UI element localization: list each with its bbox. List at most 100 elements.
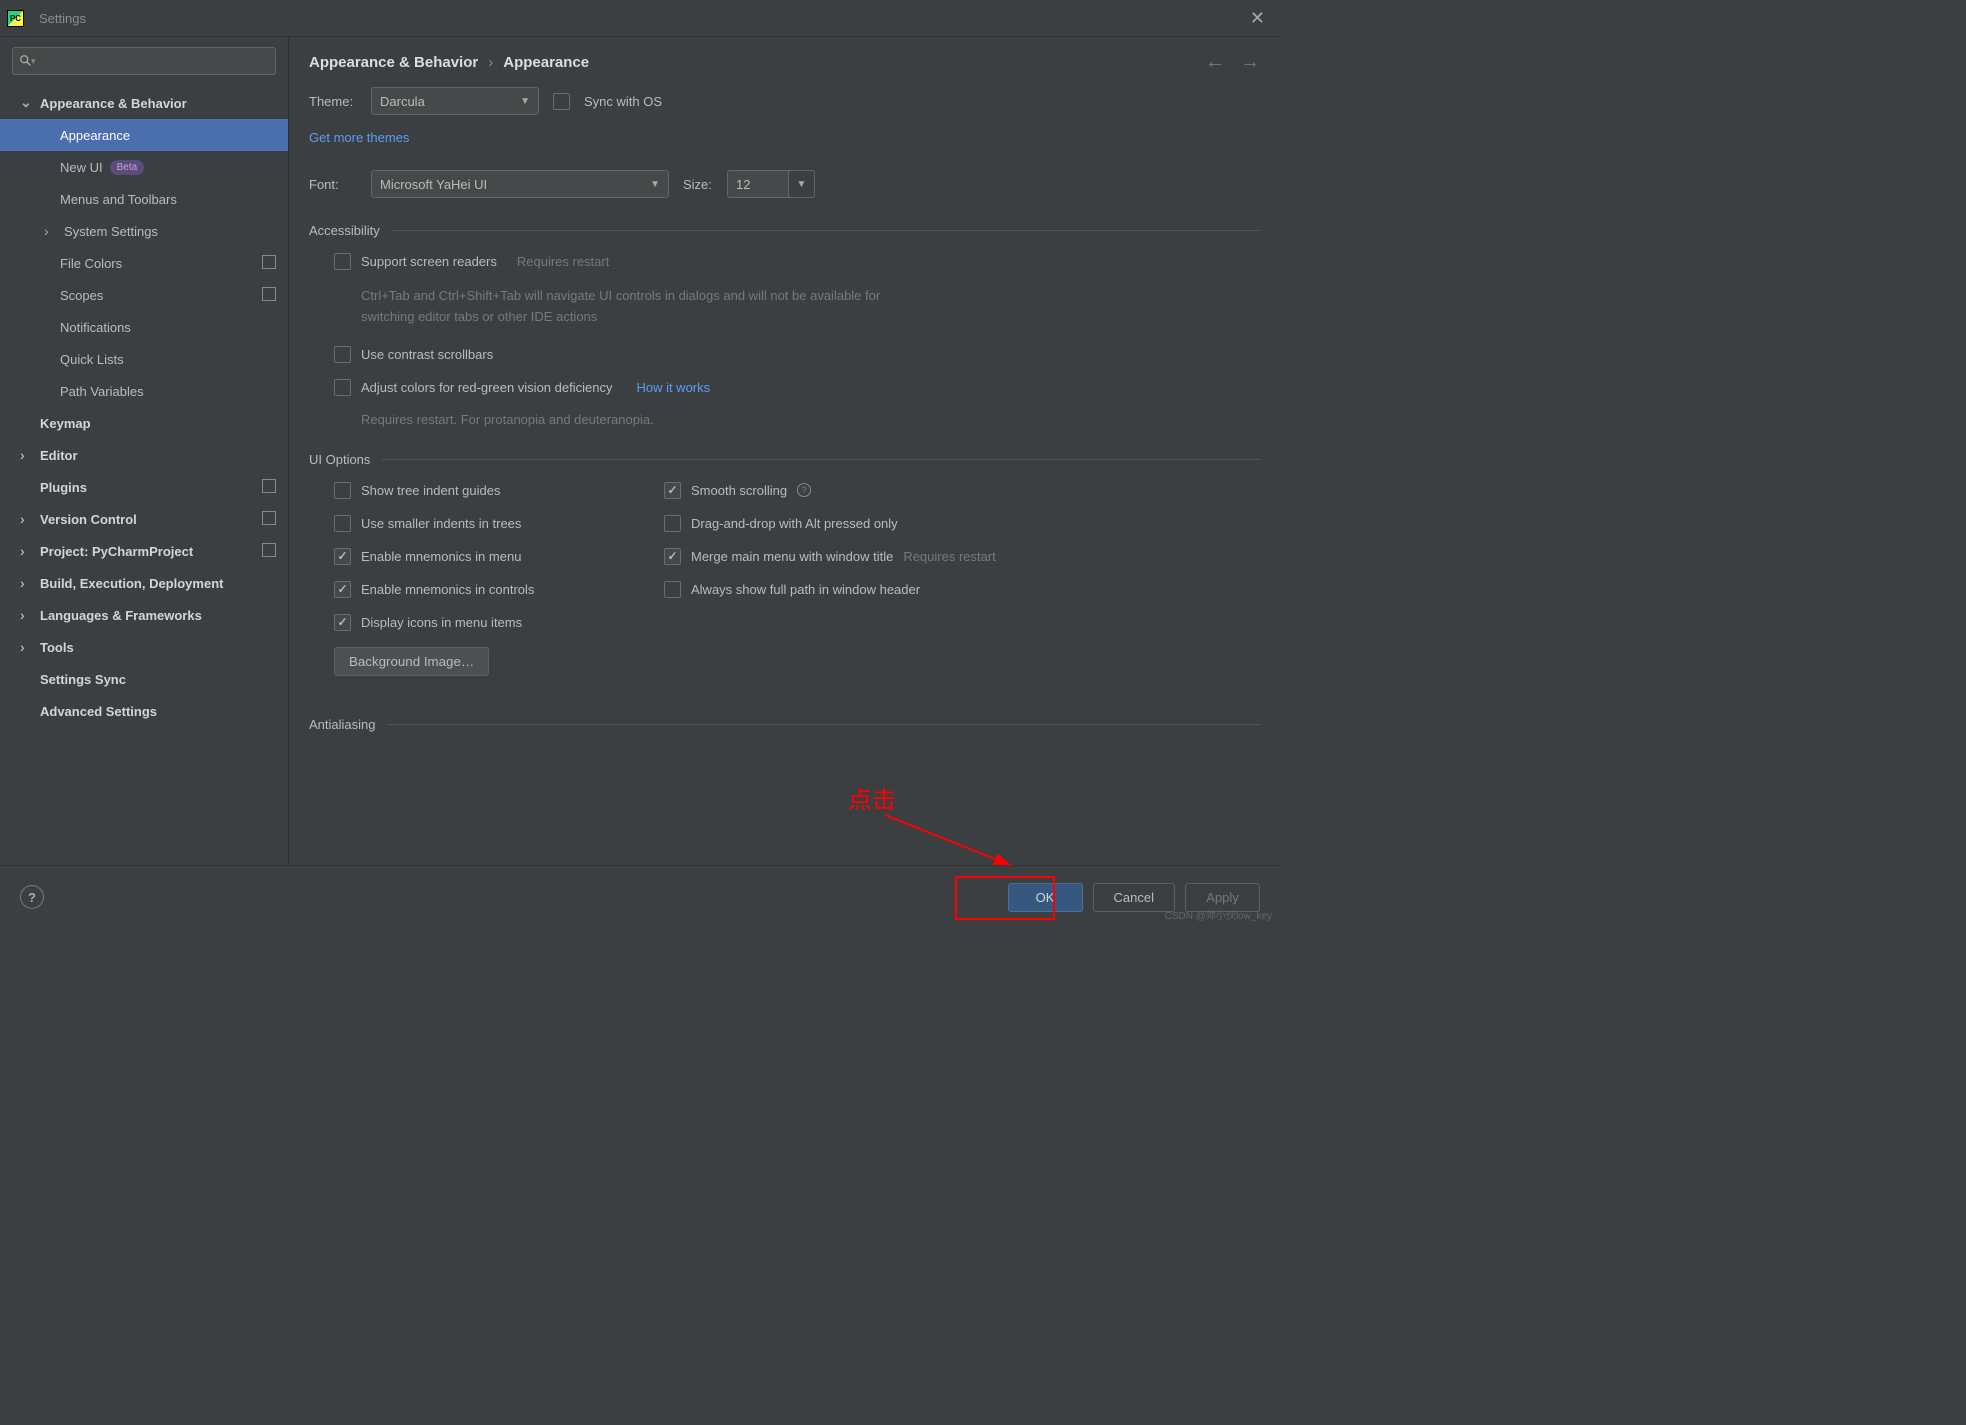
tree-item[interactable]: Appearance <box>0 119 288 151</box>
project-scope-icon <box>264 481 276 493</box>
project-scope-icon <box>264 513 276 525</box>
tree-item-label: Quick Lists <box>60 352 124 367</box>
theme-select[interactable]: Darcula▼ <box>371 87 539 115</box>
tree-item-label: Editor <box>40 448 78 463</box>
tree-item[interactable]: Quick Lists <box>0 343 288 375</box>
tree-item-label: Scopes <box>60 288 103 303</box>
forward-icon[interactable]: → <box>1240 51 1260 74</box>
tree-guides-checkbox[interactable] <box>334 482 351 499</box>
info-icon[interactable]: ? <box>797 483 811 497</box>
tree-item[interactable]: Menus and Toolbars <box>0 183 288 215</box>
merge-menu-checkbox[interactable] <box>664 548 681 565</box>
help-icon[interactable]: ? <box>20 885 44 909</box>
chevron-icon <box>20 447 40 463</box>
tree-item[interactable]: System Settings <box>0 215 288 247</box>
menu-icons-checkbox[interactable] <box>334 614 351 631</box>
project-scope-icon <box>264 289 276 301</box>
settings-tree: Appearance & Behavior Appearance New UI Bet… <box>0 87 288 727</box>
tree-item-label: Appearance & Behavior <box>40 96 187 111</box>
breadcrumb: Appearance & Behavior › Appearance ← → <box>289 37 1280 87</box>
tree-item-label: Appearance <box>60 128 130 143</box>
get-more-themes-link[interactable]: Get more themes <box>309 130 409 145</box>
breadcrumb-current: Appearance <box>503 54 589 71</box>
screen-readers-hint: Requires restart <box>517 254 609 269</box>
size-input[interactable]: 12 <box>727 170 789 198</box>
chevron-icon <box>20 575 40 591</box>
contrast-scrollbars-checkbox[interactable] <box>334 346 351 363</box>
tree-item[interactable]: Version Control <box>0 503 288 535</box>
tree-item[interactable]: Build, Execution, Deployment <box>0 567 288 599</box>
tree-item-label: Advanced Settings <box>40 704 157 719</box>
breadcrumb-parent[interactable]: Appearance & Behavior <box>309 54 478 71</box>
nav-arrows: ← → <box>1205 51 1260 74</box>
sync-os-label: Sync with OS <box>584 94 662 109</box>
font-select[interactable]: Microsoft YaHei UI▼ <box>371 170 669 198</box>
tree-item-label: Version Control <box>40 512 137 527</box>
app-icon: PC <box>7 10 24 27</box>
back-icon[interactable]: ← <box>1205 51 1225 74</box>
tree-item[interactable]: Appearance & Behavior <box>0 87 288 119</box>
tree-item[interactable]: Languages & Frameworks <box>0 599 288 631</box>
tree-item-label: File Colors <box>60 256 122 271</box>
smaller-indents-checkbox[interactable] <box>334 515 351 532</box>
smooth-scrolling-checkbox[interactable] <box>664 482 681 499</box>
tree-item[interactable]: Editor <box>0 439 288 471</box>
tree-item[interactable]: Path Variables <box>0 375 288 407</box>
watermark: CSDN @帅小伙low_key <box>1165 907 1272 922</box>
caret-down-icon: ▼ <box>650 179 660 190</box>
close-icon[interactable]: ✕ <box>1250 8 1273 29</box>
tree-item-label: Notifications <box>60 320 131 335</box>
screen-readers-checkbox[interactable] <box>334 253 351 270</box>
tree-item-label: Path Variables <box>60 384 144 399</box>
tree-item[interactable]: File Colors <box>0 247 288 279</box>
screen-readers-description: Ctrl+Tab and Ctrl+Shift+Tab will navigat… <box>361 286 921 328</box>
size-stepper[interactable]: ▼ <box>789 170 815 198</box>
chevron-icon <box>44 223 64 239</box>
tree-item[interactable]: Notifications <box>0 311 288 343</box>
ui-options-section-title: UI Options <box>309 452 1260 467</box>
tree-item-label: New UI <box>60 160 103 175</box>
contrast-scrollbars-label: Use contrast scrollbars <box>361 347 493 362</box>
full-path-checkbox[interactable] <box>664 581 681 598</box>
chevron-icon <box>20 639 40 655</box>
accessibility-section-title: Accessibility <box>309 223 1260 238</box>
background-image-button[interactable]: Background Image… <box>334 647 489 676</box>
sidebar: ▾ Appearance & Behavior Appearance New UI B… <box>0 37 289 865</box>
tree-item[interactable]: Project: PyCharmProject <box>0 535 288 567</box>
colorblind-label: Adjust colors for red-green vision defic… <box>361 380 612 395</box>
content-area: Theme: Darcula▼ Sync with OS Get more th… <box>289 87 1280 865</box>
titlebar: PC Settings ✕ <box>0 0 1280 37</box>
caret-down-icon: ▼ <box>520 96 530 107</box>
tree-item[interactable]: New UI Beta <box>0 151 288 183</box>
tree-item-label: Build, Execution, Deployment <box>40 576 223 591</box>
tree-item-label: Project: PyCharmProject <box>40 544 193 559</box>
project-scope-icon <box>264 257 276 269</box>
footer: ? OK Cancel Apply <box>0 865 1280 928</box>
mnemonics-menu-checkbox[interactable] <box>334 548 351 565</box>
colorblind-checkbox[interactable] <box>334 379 351 396</box>
dnd-alt-checkbox[interactable] <box>664 515 681 532</box>
tree-item[interactable]: Settings Sync <box>0 663 288 695</box>
chevron-icon <box>20 543 40 559</box>
how-it-works-link[interactable]: How it works <box>636 380 710 395</box>
chevron-icon <box>20 607 40 623</box>
tree-item[interactable]: Keymap <box>0 407 288 439</box>
tree-item-label: System Settings <box>64 224 158 239</box>
screen-readers-label: Support screen readers <box>361 254 497 269</box>
colorblind-hint: Requires restart. For protanopia and deu… <box>361 412 1260 427</box>
tree-item[interactable]: Plugins <box>0 471 288 503</box>
tree-item[interactable]: Scopes <box>0 279 288 311</box>
tree-item-label: Plugins <box>40 480 87 495</box>
sync-os-checkbox[interactable] <box>553 93 570 110</box>
annotation-highlight <box>955 876 1055 920</box>
search-input[interactable]: ▾ <box>12 47 276 75</box>
cancel-button[interactable]: Cancel <box>1093 883 1175 912</box>
mnemonics-controls-checkbox[interactable] <box>334 581 351 598</box>
tree-item[interactable]: Advanced Settings <box>0 695 288 727</box>
breadcrumb-separator: › <box>488 54 493 71</box>
project-scope-icon <box>264 545 276 557</box>
tree-item[interactable]: Tools <box>0 631 288 663</box>
chevron-icon <box>20 95 40 112</box>
beta-badge: Beta <box>110 160 145 175</box>
window-title: Settings <box>39 11 86 26</box>
